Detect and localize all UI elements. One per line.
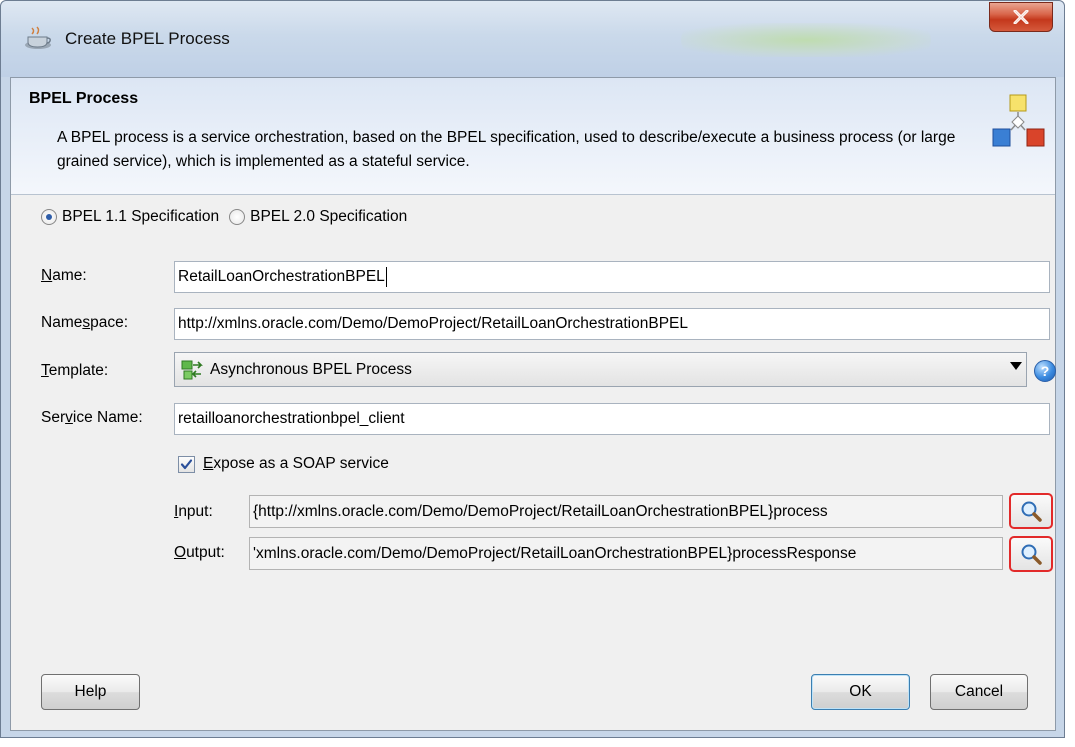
- chevron-down-icon[interactable]: [1010, 362, 1022, 370]
- header-title: BPEL Process: [29, 90, 139, 107]
- expose-soap-label: Expose as a SOAP service: [203, 455, 389, 472]
- dialog-header: BPEL Process A BPEL process is a service…: [11, 78, 1055, 195]
- template-select[interactable]: Asynchronous BPEL Process: [174, 352, 1027, 387]
- title-bar[interactable]: Create BPEL Process: [1, 1, 1064, 77]
- input-label: Input:: [174, 503, 213, 520]
- input-message-field[interactable]: {http://xmlns.oracle.com/Demo/DemoProjec…: [249, 495, 1003, 528]
- header-description: A BPEL process is a service orchestratio…: [57, 129, 956, 170]
- namespace-input[interactable]: http://xmlns.oracle.com/Demo/DemoProject…: [174, 308, 1050, 340]
- expose-soap-checkbox[interactable]: [178, 456, 195, 473]
- namespace-label: Namespace:: [41, 314, 129, 331]
- search-icon: [1021, 501, 1042, 522]
- namespace-value: http://xmlns.oracle.com/Demo/DemoProject…: [178, 315, 688, 332]
- bpel11-label: BPEL 1.1 Specification: [62, 208, 220, 225]
- bpel20-radio[interactable]: [229, 209, 246, 225]
- name-input[interactable]: RetailLoanOrchestrationBPEL: [174, 261, 1050, 293]
- name-label: Name:: [41, 267, 87, 284]
- close-icon: [1013, 10, 1029, 24]
- ok-button[interactable]: OK: [811, 674, 910, 710]
- dialog-content: BPEL Process A BPEL process is a service…: [10, 77, 1056, 731]
- output-message-field[interactable]: 'xmlns.oracle.com/Demo/DemoProject/Retai…: [249, 537, 1003, 570]
- create-bpel-dialog: Create BPEL Process BPEL Process A BPEL …: [0, 0, 1065, 738]
- checkmark-icon: [180, 459, 193, 470]
- output-message-value: 'xmlns.oracle.com/Demo/DemoProject/Retai…: [253, 544, 857, 562]
- name-value: RetailLoanOrchestrationBPEL: [178, 268, 385, 285]
- async-process-icon: [181, 360, 203, 379]
- coffee-cup-icon: [25, 26, 51, 49]
- spec-radio-group: BPEL 1.1 Specification BPEL 2.0 Specific…: [41, 208, 417, 226]
- close-button[interactable]: [989, 2, 1053, 32]
- title-glow: [681, 23, 931, 57]
- service-name-label: Service Name:: [41, 409, 143, 426]
- search-icon: [1021, 544, 1042, 565]
- template-value: Asynchronous BPEL Process: [210, 360, 412, 378]
- help-icon[interactable]: ?: [1034, 360, 1056, 382]
- output-label: Output:: [174, 544, 225, 561]
- service-name-value: retailloanorchestrationbpel_client: [178, 410, 405, 427]
- bpel20-label: BPEL 2.0 Specification: [250, 208, 408, 225]
- service-name-input[interactable]: retailloanorchestrationbpel_client: [174, 403, 1050, 435]
- output-browse-button[interactable]: [1009, 536, 1053, 572]
- input-browse-button[interactable]: [1009, 493, 1053, 529]
- input-message-value: {http://xmlns.oracle.com/Demo/DemoProjec…: [253, 502, 828, 520]
- bpel11-radio[interactable]: [41, 209, 57, 225]
- window-title: Create BPEL Process: [65, 29, 230, 48]
- cancel-button[interactable]: Cancel: [930, 674, 1028, 710]
- template-label: Template:: [41, 362, 109, 379]
- bpel-process-icon: [992, 94, 1045, 147]
- text-caret: [385, 267, 387, 287]
- help-button[interactable]: Help: [41, 674, 140, 710]
